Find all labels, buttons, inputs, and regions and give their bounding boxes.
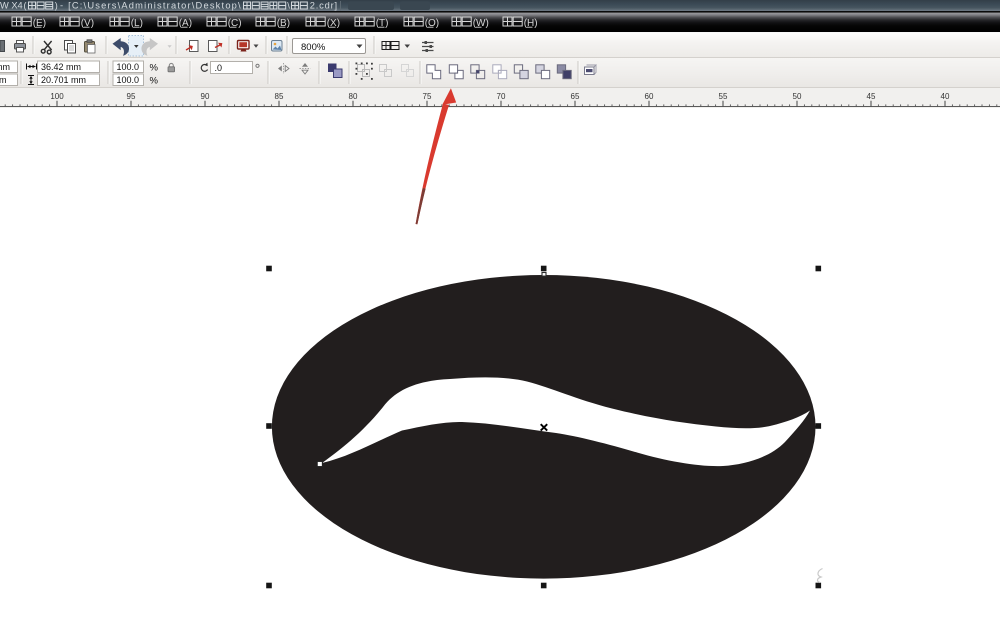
svg-text:.0: .0 (215, 63, 223, 73)
svg-text:): ) (55, 1, 58, 11)
svg-text:100: 100 (50, 92, 64, 101)
svg-text:W X4: W X4 (0, 1, 23, 11)
svg-text:36.42 mm: 36.42 mm (41, 62, 81, 72)
svg-text:85: 85 (275, 92, 284, 101)
svg-text:50: 50 (793, 92, 802, 101)
svg-text:m: m (0, 75, 7, 85)
svg-text:%: % (150, 76, 159, 87)
svg-text:65: 65 (571, 92, 580, 101)
svg-text:80: 80 (349, 92, 358, 101)
svg-text:(: ( (24, 1, 27, 11)
svg-text:\: \ (287, 1, 290, 11)
svg-text:45: 45 (867, 92, 876, 101)
svg-text:55: 55 (719, 92, 728, 101)
svg-text:40: 40 (941, 92, 950, 101)
svg-text:100.0: 100.0 (117, 62, 140, 72)
svg-text:60: 60 (645, 92, 654, 101)
svg-text:75: 75 (423, 92, 432, 101)
svg-text:95: 95 (127, 92, 136, 101)
svg-text:90: 90 (201, 92, 210, 101)
svg-text:2.cdr]: 2.cdr] (310, 1, 338, 11)
svg-text:20.701 mm: 20.701 mm (41, 75, 86, 85)
svg-text:100.0: 100.0 (117, 75, 140, 85)
svg-text:70: 70 (497, 92, 506, 101)
svg-text:mm: mm (0, 62, 10, 72)
svg-text:- [C:\Users\Administrator\Desk: - [C:\Users\Administrator\Desktop\ (60, 1, 242, 11)
svg-text:800%: 800% (301, 42, 326, 53)
svg-text:%: % (150, 63, 159, 74)
